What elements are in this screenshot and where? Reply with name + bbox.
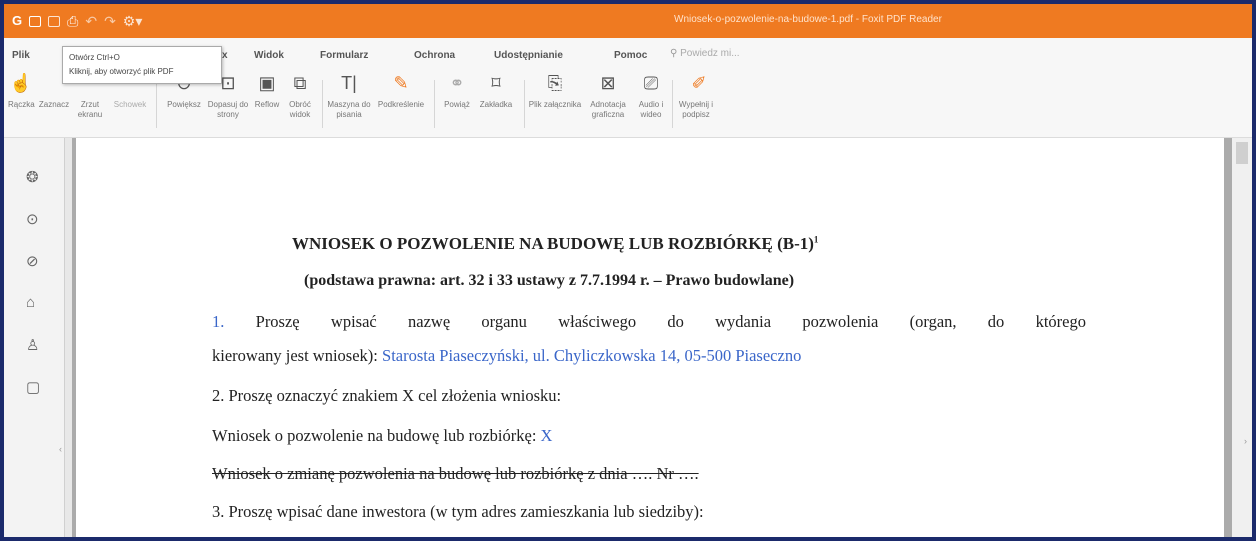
paragraph-3: Wniosek o pozwolenie na budowę lub rozbi…	[212, 426, 552, 446]
document-subheading: (podstawa prawna: art. 32 i 33 ustawy z …	[304, 272, 795, 289]
open-icon[interactable]	[29, 15, 42, 27]
search-icon: ⚲	[670, 48, 678, 59]
toolbar-separator	[524, 80, 525, 128]
app-window: G ⎙ ↶ ↷ ⚙▾ Wniosek-o-pozwolenie-na-budow…	[4, 4, 1252, 537]
menu-x-stub[interactable]: x	[222, 50, 228, 61]
sidebar-splitter[interactable]	[64, 138, 72, 537]
layers-icon[interactable]: ❂	[26, 168, 39, 186]
word: 1.	[212, 312, 225, 331]
redo-icon[interactable]: ↷	[104, 14, 116, 28]
quick-access-toolbar: G ⎙ ↶ ↷ ⚙▾	[4, 14, 143, 29]
paragraph-1-line-1: 1. Proszę wpisać nazwę organu właściwego…	[212, 312, 1086, 332]
word: nazwę	[408, 312, 451, 331]
image-annotation-icon: ⊠	[600, 73, 616, 93]
word: do	[987, 312, 1005, 331]
right-panel-handle[interactable]: ›	[1244, 436, 1247, 446]
permit-checkbox-value[interactable]: X	[541, 426, 553, 445]
menu-file[interactable]: Plik	[12, 50, 30, 61]
search-placeholder: Powiedz mi...	[680, 48, 740, 59]
toolbar-separator	[322, 80, 323, 128]
vertical-scrollbar[interactable]	[1232, 138, 1252, 537]
menu-share[interactable]: Udostępnianie	[494, 50, 563, 61]
save-icon[interactable]	[48, 15, 61, 27]
link-icon: ⚭	[449, 73, 465, 93]
tooltip-description: Kliknij, aby otworzyć plik PDF	[69, 67, 174, 76]
toolbar-separator	[434, 80, 435, 128]
open-tooltip: Otwórz Ctrl+O Kliknij, aby otworzyć plik…	[62, 46, 222, 84]
reflow-tool[interactable]: ▣ Reflow	[252, 72, 282, 110]
field-label: Wniosek o pozwolenie na budowę lub rozbi…	[212, 426, 541, 445]
audio-video-icon: ⎚	[643, 73, 659, 93]
word: Proszę	[255, 312, 300, 331]
left-sidebar: ❂ ⊙ ⊘ ⌂ ♙ ▢	[4, 138, 62, 537]
attachment-file-icon: ⎘	[547, 73, 563, 93]
window-title: Wniosek-o-pozwolenie-na-budowe-1.pdf - F…	[674, 14, 942, 25]
word: wydania	[715, 312, 772, 331]
fill-sign-tool[interactable]: ✐ Wypełnij i podpisz	[676, 72, 722, 120]
word: właściwego	[558, 312, 637, 331]
audio-video-tool[interactable]: ⎚ Audio i wideo	[634, 72, 668, 120]
paragraph-4-struck: Wniosek o zmianę pozwolenia na budowę lu…	[212, 464, 699, 483]
link-tool[interactable]: ⚭ Powiąż	[440, 72, 474, 110]
heading-text: WNIOSEK O POZWOLENIE NA BUDOWĘ LUB ROZBI…	[292, 234, 814, 253]
paragraph-1-line-2: kierowany jest wniosek): Starosta Piasec…	[212, 346, 801, 366]
word: organu	[481, 312, 527, 331]
customize-icon[interactable]: ⚙▾	[123, 14, 143, 28]
title-bar: G ⎙ ↶ ↷ ⚙▾ Wniosek-o-pozwolenie-na-budow…	[4, 4, 1252, 38]
pdf-page: WNIOSEK O POZWOLENIE NA BUDOWĘ LUB ROZBI…	[76, 138, 1224, 537]
print-icon[interactable]: ⎙	[67, 14, 78, 28]
tell-me-search[interactable]: ⚲ Powiedz mi...	[670, 48, 740, 59]
rotate-view-tool[interactable]: ⧉ Obróć widok	[284, 72, 316, 120]
word: wpisać	[330, 312, 377, 331]
highlight-tool[interactable]: ✎ Podkreślenie	[372, 72, 430, 110]
word: pozwolenia	[802, 312, 879, 331]
word: do	[667, 312, 684, 331]
signature-icon[interactable]: ♙	[26, 336, 39, 354]
tooltip-title: Otwórz Ctrl+O	[69, 53, 120, 62]
image-annotation-tool[interactable]: ⊠ Adnotacja graficzna	[584, 72, 632, 120]
sidebar-collapse-handle[interactable]: ‹	[59, 444, 62, 454]
reflow-icon: ▣	[258, 73, 276, 93]
word: (organ,	[909, 312, 957, 331]
document-viewport[interactable]: WNIOSEK O POZWOLENIE NA BUDOWĘ LUB ROZBI…	[72, 138, 1232, 537]
menu-protect[interactable]: Ochrona	[414, 50, 455, 61]
comments-icon[interactable]: ⊙	[26, 210, 39, 228]
bookmark-tool[interactable]: ⌑ Zakładka	[476, 72, 516, 110]
attachments-icon[interactable]: ⊘	[26, 252, 39, 270]
security-icon[interactable]: ⌂	[26, 294, 35, 311]
heading-footnote-marker: 1	[813, 234, 819, 245]
bookmark-icon: ⌑	[491, 73, 501, 93]
fill-sign-icon: ✐	[691, 73, 707, 93]
undo-icon[interactable]: ↶	[85, 14, 97, 28]
menu-view[interactable]: Widok	[254, 50, 284, 61]
app-logo-icon[interactable]: G	[12, 14, 22, 28]
attachment-file-tool[interactable]: ⎘ Plik załącznika	[528, 72, 582, 110]
hand-tool[interactable]: ☝ Rączka	[8, 72, 35, 110]
toolbar-separator	[672, 80, 673, 128]
word: którego	[1035, 312, 1086, 331]
typewriter-icon: T|	[341, 73, 357, 93]
rotate-icon: ⧉	[293, 73, 307, 93]
menu-form[interactable]: Formularz	[320, 50, 368, 61]
authority-field-value[interactable]: Starosta Piaseczyński, ul. Chyliczkowska…	[382, 346, 801, 365]
menu-help[interactable]: Pomoc	[614, 50, 647, 61]
paragraph-2: 2. Proszę oznaczyć znakiem X cel złożeni…	[212, 386, 562, 405]
highlight-icon: ✎	[393, 73, 409, 93]
field-label: kierowany jest wniosek):	[212, 346, 383, 365]
scrollbar-thumb[interactable]	[1236, 142, 1248, 164]
paragraph-5: 3. Proszę wpisać dane inwestora (w tym a…	[212, 502, 704, 521]
hand-icon: ☝	[9, 73, 33, 93]
typewriter-tool[interactable]: T| Maszyna do pisania	[326, 72, 372, 120]
document-heading: WNIOSEK O POZWOLENIE NA BUDOWĘ LUB ROZBI…	[292, 234, 818, 254]
toolbar-separator	[156, 80, 157, 128]
pages-icon[interactable]: ▢	[26, 378, 40, 396]
